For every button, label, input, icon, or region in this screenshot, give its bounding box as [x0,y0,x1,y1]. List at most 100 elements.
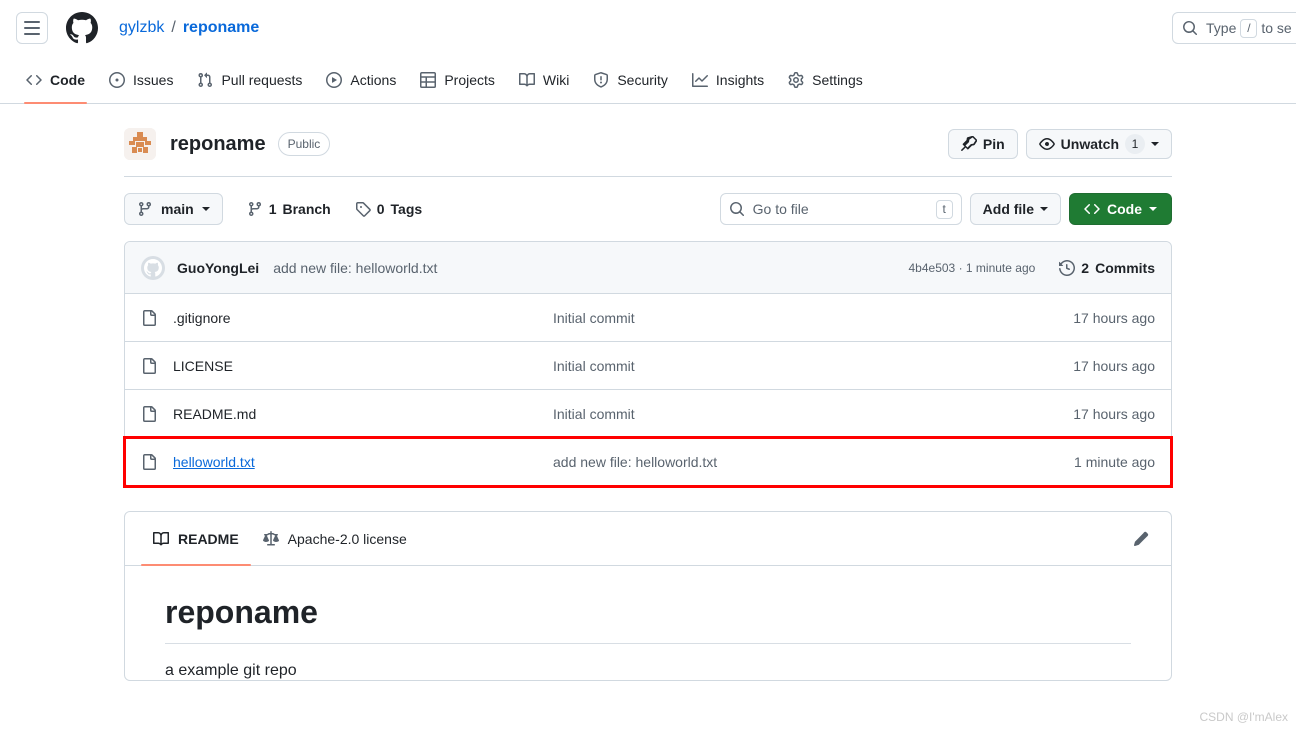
pin-icon [960,136,977,151]
table-row[interactable]: .gitignore Initial commit 17 hours ago [125,294,1171,342]
tab-code[interactable]: Code [16,56,95,104]
go-to-file-placeholder: Go to file [752,201,809,217]
tab-readme[interactable]: README [141,512,251,566]
hamburger-bar [24,27,40,29]
breadcrumb-separator: / [171,19,176,36]
tab-security-label: Security [617,71,668,88]
github-logo-icon[interactable] [65,11,99,45]
book-icon [153,531,169,545]
table-row[interactable]: LICENSE Initial commit 17 hours ago [125,342,1171,390]
add-file-label: Add file [982,201,1034,217]
tab-wiki[interactable]: Wiki [509,56,579,103]
git-branch-icon [248,202,261,217]
watermark: CSDN @I'mAlex [1199,710,1288,724]
commit-author[interactable]: GuoYongLei [177,260,259,276]
file-name[interactable]: .gitignore [173,310,553,326]
breadcrumb-owner[interactable]: gylzbk [119,19,164,37]
global-search-input[interactable]: Type / to se [1172,12,1296,44]
commit-message[interactable]: add new file: helloworld.txt [273,260,437,276]
file-name[interactable]: LICENSE [173,358,553,374]
search-icon [1183,21,1198,36]
branch-selector[interactable]: main [124,193,223,225]
gear-icon [788,71,804,88]
file-commit-message[interactable]: Initial commit [553,310,1073,326]
repo-controls: main 1 Branch 0 Tags Go to file t Add fi… [124,177,1172,241]
file-commit-message[interactable]: add new file: helloworld.txt [553,454,1074,470]
shield-icon [594,71,609,88]
tab-actions[interactable]: Actions [316,56,406,103]
tab-actions-label: Actions [350,71,397,88]
tab-security[interactable]: Security [583,56,678,103]
tab-insights[interactable]: Insights [682,56,774,103]
pencil-icon[interactable] [1127,525,1155,553]
readme-heading: reponame [165,594,1131,644]
file-name[interactable]: helloworld.txt [173,454,553,470]
tab-wiki-label: Wiki [542,71,570,88]
search-slash-kbd: / [1240,18,1258,38]
breadcrumb-repo[interactable]: reponame [183,19,259,37]
file-icon [141,454,157,470]
repository-nav: Code Issues Pull requests Actions Projec… [0,56,1296,104]
table-icon [420,71,437,88]
file-time: 17 hours ago [1073,357,1155,374]
commits-count-link[interactable]: 2 Commits [1059,260,1155,276]
chevron-down-icon [1149,207,1157,211]
file-name[interactable]: README.md [173,406,553,422]
branch-name: main [161,201,194,217]
tab-settings[interactable]: Settings [778,56,873,103]
watch-count: 1 [1125,134,1145,154]
file-commit-message[interactable]: Initial commit [553,358,1073,374]
table-row-highlighted[interactable]: helloworld.txt add new file: helloworld.… [123,436,1173,488]
table-row[interactable]: README.md Initial commit 17 hours ago [125,390,1171,438]
hamburger-menu-icon[interactable] [16,12,48,44]
code-button[interactable]: Code [1069,193,1172,225]
watch-button[interactable]: Unwatch 1 [1025,129,1172,159]
tab-projects-label: Projects [444,71,495,88]
search-placeholder-after: to se [1261,20,1292,36]
book-icon [518,72,535,86]
repo-controls-right: Go to file t Add file Code [719,193,1172,225]
branches-count-link[interactable]: 1 Branch [247,201,331,217]
tab-projects[interactable]: Projects [410,56,505,103]
branches-count: 1 [268,201,277,217]
tab-pull-requests[interactable]: Pull requests [187,56,312,103]
file-icon [141,405,157,422]
file-time: 17 hours ago [1073,309,1155,326]
tab-issues[interactable]: Issues [99,56,183,103]
tab-license[interactable]: Apache-2.0 license [251,512,419,565]
commit-sha-and-time[interactable]: 4b4e503 · 1 minute ago [909,261,1036,275]
go-to-file-kbd: t [935,199,953,219]
git-pull-request-icon [198,72,213,87]
go-to-file-input[interactable]: Go to file t [719,193,962,225]
page-container: reponame Public Pin Unwatch 1 main 1 Bra… [123,104,1173,681]
add-file-button[interactable]: Add file [969,193,1061,225]
file-time: 1 minute ago [1074,454,1155,470]
watch-button-label: Unwatch [1060,136,1119,152]
readme-tabs: README Apache-2.0 license [125,512,1171,566]
user-avatar-icon [141,255,165,280]
commit-sha[interactable]: 4b4e503 [909,261,956,275]
tags-label: Tags [390,201,423,217]
file-commit-message[interactable]: Initial commit [553,406,1073,422]
pin-button[interactable]: Pin [947,129,1018,159]
repo-avatar-identicon [124,128,156,160]
commit-meta-group: 4b4e503 · 1 minute ago 2 Commits [909,260,1155,276]
commits-count-label: Commits [1095,259,1155,276]
page-title[interactable]: reponame [170,133,266,156]
law-icon [262,530,279,545]
tags-count: 0 [376,201,385,217]
hamburger-bar [24,33,40,35]
visibility-badge: Public [277,132,331,156]
global-search-placeholder: Type / to se [1206,18,1292,38]
git-branch-icon [138,202,151,217]
file-icon [141,309,157,326]
tags-count-link[interactable]: 0 Tags [355,201,422,217]
repo-header: reponame Public Pin Unwatch 1 [124,104,1172,177]
code-icon [26,74,42,85]
history-icon [1059,259,1076,276]
tab-pull-requests-label: Pull requests [221,71,303,88]
repo-header-actions: Pin Unwatch 1 [947,129,1172,159]
file-time: 17 hours ago [1073,405,1155,422]
chevron-down-icon [201,207,210,211]
commits-count-value: 2 [1081,259,1090,276]
